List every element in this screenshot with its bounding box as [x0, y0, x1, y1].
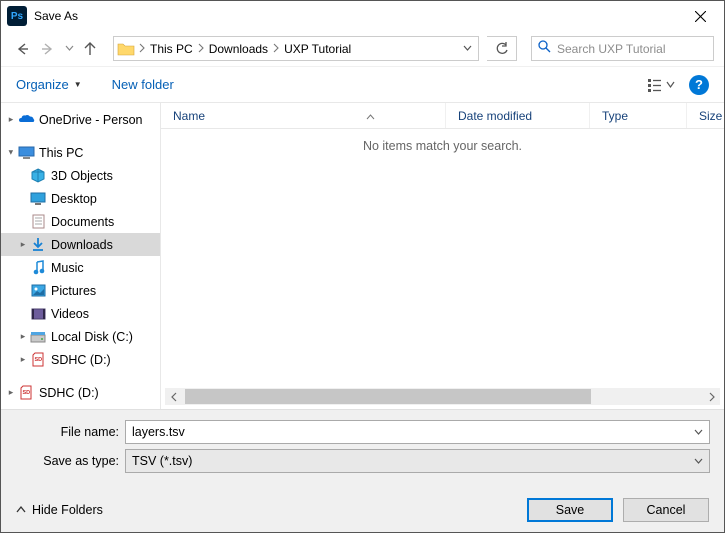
cancel-button[interactable]: Cancel	[623, 498, 709, 522]
column-headers: Name Date modified Type Size	[161, 103, 724, 129]
downloads-icon	[29, 236, 47, 254]
tree-item-documents[interactable]: Documents	[1, 210, 160, 233]
change-view-button[interactable]	[643, 74, 679, 96]
back-arrow-icon	[14, 41, 30, 57]
empty-message: No items match your search.	[161, 139, 724, 153]
organize-menu[interactable]: Organize▼	[16, 77, 82, 92]
tree-item-thispc[interactable]: ▸This PC	[1, 141, 160, 164]
up-arrow-icon	[82, 41, 98, 57]
computer-icon	[17, 144, 35, 162]
scrollbar-track[interactable]	[182, 388, 703, 405]
column-modified[interactable]: Date modified	[446, 103, 590, 128]
form-panel: File name: layers.tsv Save as type: TSV …	[1, 409, 724, 488]
onedrive-icon	[17, 111, 35, 129]
photoshop-icon: Ps	[7, 6, 27, 26]
sd-card-icon: SD	[29, 351, 47, 369]
breadcrumb-item-thispc[interactable]: This PC	[146, 42, 197, 56]
tree-item-pictures[interactable]: Pictures	[1, 279, 160, 302]
filename-input[interactable]: layers.tsv	[125, 420, 710, 444]
chevron-up-icon	[16, 505, 26, 515]
filetype-select[interactable]: TSV (*.tsv)	[125, 449, 710, 473]
tree-item-c-drive[interactable]: ▸Local Disk (C:)	[1, 325, 160, 348]
chevron-right-icon	[138, 40, 146, 58]
chevron-right-icon	[708, 392, 716, 402]
horizontal-scrollbar[interactable]	[165, 388, 720, 405]
breadcrumb-item-uxp[interactable]: UXP Tutorial	[280, 42, 355, 56]
tree-item-desktop[interactable]: Desktop	[1, 187, 160, 210]
tree-item-d-drive[interactable]: ▸SDSDHC (D:)	[1, 348, 160, 371]
hide-folders-button[interactable]: Hide Folders	[16, 503, 103, 517]
refresh-button[interactable]	[487, 36, 517, 61]
recent-locations-button[interactable]	[63, 44, 75, 53]
svg-text:SD: SD	[35, 357, 43, 363]
chevron-down-icon	[463, 44, 472, 53]
file-list-panel: Name Date modified Type Size No items ma…	[161, 103, 724, 409]
close-button[interactable]	[680, 1, 720, 31]
sort-ascending-icon	[366, 109, 375, 123]
window-title: Save As	[34, 9, 680, 23]
back-button[interactable]	[11, 38, 33, 60]
nav-bar: This PC Downloads UXP Tutorial Search UX…	[1, 31, 724, 67]
tree-item-music[interactable]: Music	[1, 256, 160, 279]
footer: Hide Folders Save Cancel	[1, 488, 724, 532]
documents-icon	[29, 213, 47, 231]
tree-item-d-drive-2[interactable]: ▸SDSDHC (D:)	[1, 381, 160, 404]
chevron-left-icon	[170, 392, 178, 402]
refresh-icon	[495, 42, 509, 56]
chevron-down-icon	[694, 428, 703, 437]
tree-item-videos[interactable]: Videos	[1, 302, 160, 325]
titlebar: Ps Save As	[1, 1, 724, 31]
sidebar-tree: ▸OneDrive - Person ▸This PC 3D Objects D…	[1, 103, 161, 409]
music-icon	[29, 259, 47, 277]
view-options-icon	[647, 77, 675, 93]
cube-icon	[29, 167, 47, 185]
search-placeholder: Search UXP Tutorial	[557, 42, 666, 56]
sd-card-icon: SD	[17, 384, 35, 402]
scroll-left-button[interactable]	[165, 388, 182, 405]
search-input[interactable]: Search UXP Tutorial	[531, 36, 714, 61]
tree-item-downloads[interactable]: ▸Downloads	[1, 233, 160, 256]
videos-icon	[29, 305, 47, 323]
scrollbar-thumb[interactable]	[185, 389, 591, 404]
column-name[interactable]: Name	[161, 103, 446, 128]
column-type[interactable]: Type	[590, 103, 687, 128]
save-button[interactable]: Save	[527, 498, 613, 522]
up-button[interactable]	[79, 38, 101, 60]
help-button[interactable]: ?	[689, 75, 709, 95]
forward-arrow-icon	[40, 41, 56, 57]
forward-button[interactable]	[37, 38, 59, 60]
pictures-icon	[29, 282, 47, 300]
breadcrumb[interactable]: This PC Downloads UXP Tutorial	[113, 36, 479, 61]
breadcrumb-dropdown[interactable]	[457, 40, 478, 58]
breadcrumb-item-downloads[interactable]: Downloads	[205, 42, 272, 56]
toolbar: Organize▼ New folder ?	[1, 67, 724, 103]
tree-item-3dobjects[interactable]: 3D Objects	[1, 164, 160, 187]
chevron-right-icon	[197, 40, 205, 58]
chevron-down-icon	[65, 44, 74, 53]
desktop-icon	[29, 190, 47, 208]
drive-icon	[29, 328, 47, 346]
chevron-down-icon	[694, 457, 703, 466]
new-folder-button[interactable]: New folder	[112, 77, 174, 92]
folder-icon	[116, 40, 136, 58]
svg-text:SD: SD	[23, 390, 31, 396]
close-icon	[695, 11, 706, 22]
filetype-label: Save as type:	[1, 454, 125, 468]
column-size[interactable]: Size	[687, 103, 724, 128]
chevron-right-icon	[272, 40, 280, 58]
filename-label: File name:	[1, 425, 125, 439]
tree-item-onedrive[interactable]: ▸OneDrive - Person	[1, 108, 160, 131]
search-icon	[538, 40, 551, 58]
save-as-dialog: Ps Save As This PC Downloads UXP Tutoria…	[0, 0, 725, 533]
scroll-right-button[interactable]	[703, 388, 720, 405]
triangle-down-icon: ▼	[74, 80, 82, 89]
